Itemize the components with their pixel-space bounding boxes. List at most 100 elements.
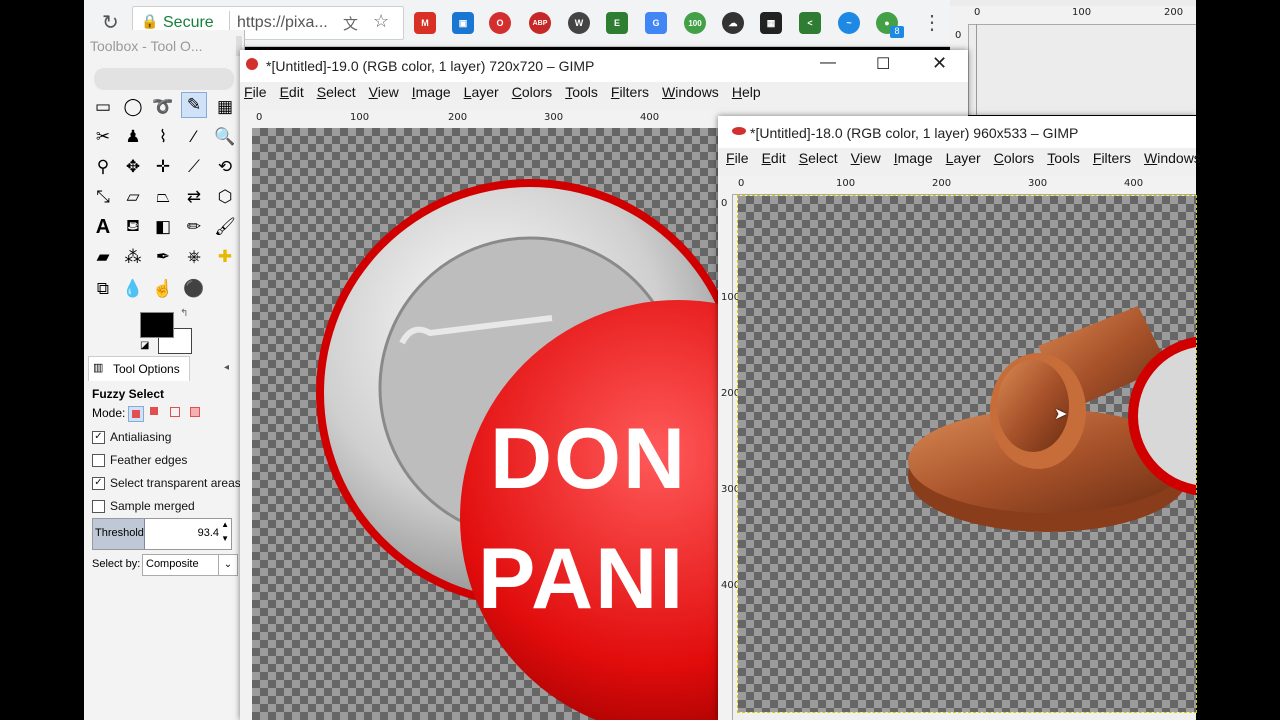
rotate-icon[interactable]: ⟲ xyxy=(212,154,238,180)
ellipse-select-icon[interactable]: ◯ xyxy=(120,94,146,120)
pulse-icon[interactable]: ~ xyxy=(838,12,860,34)
align-icon[interactable]: ✛ xyxy=(150,154,176,180)
scissors-icon[interactable]: ✂ xyxy=(90,124,116,150)
airbrush-icon[interactable]: ⁂ xyxy=(120,244,146,270)
zoom-icon[interactable]: 🔍 xyxy=(212,124,238,150)
menu-layer[interactable]: Layer xyxy=(946,150,981,172)
paintbrush-icon[interactable]: 🖌 xyxy=(212,214,238,240)
crop-icon[interactable]: ⟋ xyxy=(181,154,207,180)
dodge-burn-icon[interactable]: ⚫ xyxy=(181,276,207,302)
chrome-menu-icon[interactable]: ⋮ xyxy=(922,10,942,35)
gmail-icon[interactable]: M xyxy=(414,12,436,34)
evernote-icon[interactable]: E xyxy=(606,12,628,34)
rect-select-icon[interactable]: ▭ xyxy=(90,94,116,120)
menu-help[interactable]: Help xyxy=(732,84,761,106)
paths-icon[interactable]: ⌇ xyxy=(150,124,176,150)
free-select-icon[interactable]: ➰ xyxy=(150,94,176,120)
mode-intersect-icon[interactable] xyxy=(190,407,202,419)
pencil-icon[interactable]: ✏ xyxy=(181,214,207,240)
menu-image[interactable]: Image xyxy=(894,150,933,172)
color-picker-icon[interactable]: ⁄ xyxy=(181,124,207,150)
menu-tools[interactable]: Tools xyxy=(1047,150,1080,172)
configure-tab-icon[interactable]: ◂ xyxy=(224,362,229,373)
mode-replace-icon[interactable] xyxy=(128,406,144,422)
foreground-select-icon[interactable]: ♟ xyxy=(120,124,146,150)
checkbox[interactable]: ✓ xyxy=(92,476,105,490)
spin-down-icon[interactable]: ▼ xyxy=(221,534,229,543)
eraser-icon[interactable]: ▰ xyxy=(90,244,116,270)
film-icon[interactable]: ▦ xyxy=(760,12,782,34)
threshold-slider[interactable]: Threshold 93.4 ▲ ▼ xyxy=(92,518,232,550)
option-antialiasing[interactable]: ✓ Antialiasing xyxy=(92,430,171,444)
translate-ext-icon[interactable]: G xyxy=(645,12,667,34)
tab-tool-options[interactable]: ▥ Tool Options xyxy=(88,356,190,381)
menu-view[interactable]: View xyxy=(369,84,399,106)
mode-subtract-icon[interactable] xyxy=(170,407,182,419)
cloud-icon[interactable]: ☁ xyxy=(722,12,744,34)
gradient-icon[interactable]: ◧ xyxy=(150,214,176,240)
menu-edit[interactable]: Edit xyxy=(762,150,786,172)
menu-file[interactable]: File xyxy=(244,84,267,106)
checkbox[interactable] xyxy=(92,499,105,513)
chevron-down-icon[interactable]: ⌄ xyxy=(218,555,237,575)
ink-icon[interactable]: ✒ xyxy=(150,244,176,270)
blur-icon[interactable]: 💧 xyxy=(120,276,146,302)
menu-tools[interactable]: Tools xyxy=(565,84,598,106)
menu-windows[interactable]: Windows xyxy=(662,84,719,106)
translate-icon[interactable]: 文 xyxy=(343,13,358,34)
spin-up-icon[interactable]: ▲ xyxy=(221,520,229,529)
window2-hruler: 0 100 200 300 400 xyxy=(718,176,1196,195)
flip-tool-icon[interactable]: ⇄ xyxy=(181,184,207,210)
foreground-color-swatch[interactable] xyxy=(140,312,174,338)
measure-icon[interactable]: ⚲ xyxy=(90,154,116,180)
menu-filters[interactable]: Filters xyxy=(611,84,649,106)
menu-colors[interactable]: Colors xyxy=(512,84,552,106)
option-select-transparent[interactable]: ✓ Select transparent areas xyxy=(92,476,241,490)
perspective-clone-icon[interactable]: ⧉ xyxy=(90,276,116,302)
share-icon[interactable]: < xyxy=(799,12,821,34)
menu-select[interactable]: Select xyxy=(317,84,356,106)
checkbox[interactable] xyxy=(92,453,105,467)
select-by-dropdown[interactable]: Composite ⌄ xyxy=(142,554,238,576)
bookmark-star-icon[interactable]: ☆ xyxy=(373,11,389,32)
lock-icon: 🔒 xyxy=(141,13,159,29)
opera-icon[interactable]: O xyxy=(489,12,511,34)
color-select-icon[interactable]: ▦ xyxy=(212,94,238,120)
heal-icon[interactable]: ✚ xyxy=(212,244,238,270)
perspective-icon[interactable]: ⏢ xyxy=(150,184,176,210)
move-icon[interactable]: ✥ xyxy=(120,154,146,180)
menu-filters[interactable]: Filters xyxy=(1093,150,1131,172)
menu-edit[interactable]: Edit xyxy=(280,84,304,106)
menu-select[interactable]: Select xyxy=(799,150,838,172)
text-tool-icon[interactable]: A xyxy=(90,214,116,240)
minimize-icon[interactable]: — xyxy=(820,54,836,72)
menu-layer[interactable]: Layer xyxy=(464,84,499,106)
checkbox[interactable]: ✓ xyxy=(92,430,105,444)
clone-icon[interactable]: ⎈ xyxy=(181,244,207,270)
scale-icon[interactable]: ⤡ xyxy=(90,184,116,210)
adblock-icon[interactable]: ABP xyxy=(529,12,551,34)
close-icon[interactable]: ✕ xyxy=(932,53,947,74)
swap-colors-icon[interactable]: ↰ xyxy=(180,308,188,319)
menu-image[interactable]: Image xyxy=(412,84,451,106)
menu-view[interactable]: View xyxy=(851,150,881,172)
cage-icon[interactable]: ⬡ xyxy=(212,184,238,210)
score-icon[interactable]: 100 xyxy=(684,12,706,34)
mode-add-icon[interactable] xyxy=(150,407,162,419)
menu-file[interactable]: File xyxy=(726,150,749,172)
shear-icon[interactable]: ▱ xyxy=(120,184,146,210)
smudge-icon[interactable]: ☝ xyxy=(150,276,176,302)
fuzzy-select-icon[interactable]: ✎ xyxy=(181,92,207,118)
maximize-icon[interactable]: ☐ xyxy=(876,54,890,74)
window2-canvas[interactable]: ➤ xyxy=(737,195,1197,713)
ruler-tick: 200 xyxy=(1164,7,1184,18)
wordpress-icon[interactable]: W xyxy=(568,12,590,34)
bucket-fill-icon[interactable]: ⛾ xyxy=(120,214,146,240)
flip-icon[interactable]: ▣ xyxy=(452,12,474,34)
option-feather-edges[interactable]: Feather edges xyxy=(92,453,187,467)
ruler-tick: 200 xyxy=(448,112,468,123)
option-sample-merged[interactable]: Sample merged xyxy=(92,499,195,513)
menu-colors[interactable]: Colors xyxy=(994,150,1034,172)
menu-windows[interactable]: Windows xyxy=(1144,150,1201,172)
default-colors-icon[interactable]: ◪ xyxy=(140,340,149,351)
